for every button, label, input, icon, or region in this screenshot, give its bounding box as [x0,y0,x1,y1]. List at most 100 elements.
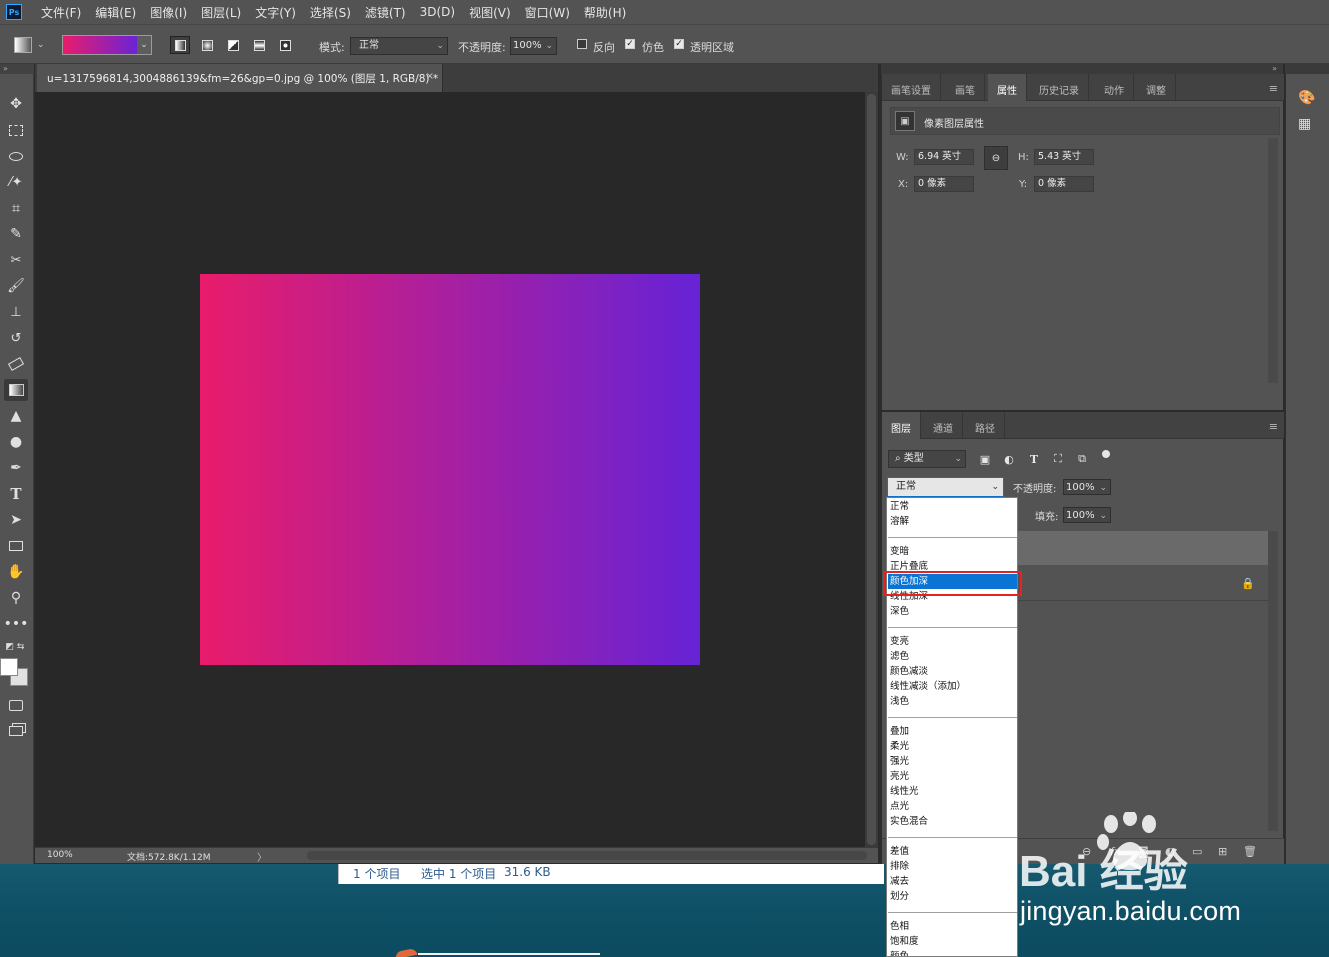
tab-properties[interactable]: 属性 [988,74,1027,101]
smart-object-filter-icon[interactable]: ⧉ [1075,452,1089,466]
blend-mode-option[interactable]: 饱和度 [888,934,1017,949]
x-field[interactable]: 0 像素 [914,176,974,192]
magic-wand-tool-icon[interactable]: ⁄✦ [4,171,28,193]
reflected-gradient-button[interactable] [249,36,269,54]
document-tab[interactable]: u=1317596814,3004886139&fm=26&gp=0.jpg @… [37,64,443,92]
layers-scrollbar[interactable] [1268,531,1278,831]
close-icon[interactable]: × [426,71,434,82]
menu-edit[interactable]: 编辑(E) [88,4,143,21]
blend-mode-option[interactable]: 溶解 [888,514,1017,529]
rectangle-tool-icon[interactable] [4,535,28,557]
height-field[interactable]: 5.43 英寸 [1034,149,1094,165]
layer-row-selected[interactable] [1018,531,1268,565]
blur-tool-icon[interactable]: ▲ [4,405,28,427]
blend-mode-option[interactable]: 线性减淡（添加） [888,679,1017,694]
blend-mode-option[interactable]: 色相 [888,919,1017,934]
panel-collapse-handle-2[interactable] [1285,64,1329,74]
blend-mode-option[interactable]: 线性光 [888,784,1017,799]
swatches-grid-icon[interactable]: ▦ [1298,116,1311,132]
blend-mode-option[interactable]: 划分 [888,889,1017,904]
fill-field[interactable]: 100% ⌄ [1063,507,1111,523]
blend-mode-option[interactable]: 滤色 [888,649,1017,664]
blend-mode-option[interactable]: 正常 [888,499,1017,514]
radial-gradient-button[interactable] [197,36,217,54]
blend-mode-option[interactable]: 强光 [888,754,1017,769]
status-menu-arrow-icon[interactable]: 〉 [257,849,267,864]
tab-brush-settings[interactable]: 画笔设置 [882,74,941,101]
menu-type[interactable]: 文字(Y) [248,4,303,21]
diamond-gradient-button[interactable] [275,36,295,54]
crop-tool-icon[interactable]: ⌗ [4,197,28,219]
menu-view[interactable]: 视图(V) [462,4,518,21]
tab-actions[interactable]: 动作 [1095,74,1134,101]
panel-menu-icon[interactable]: ≡ [1269,82,1278,95]
tab-history[interactable]: 历史记录 [1030,74,1089,101]
scrollbar-thumb[interactable] [867,94,876,845]
width-field[interactable]: 6.94 英寸 [914,149,974,165]
type-tool-icon[interactable]: T [4,483,28,505]
blend-mode-option[interactable]: 减去 [888,874,1017,889]
canvas-area[interactable] [35,92,865,847]
pixel-filter-icon[interactable]: ▣ [978,452,992,466]
angle-gradient-button[interactable] [223,36,243,54]
history-brush-tool-icon[interactable]: ↺ [4,327,28,349]
type-filter-icon[interactable]: T [1027,452,1041,466]
brush-tool-icon[interactable]: 🖌 [4,275,28,297]
menu-filter[interactable]: 滤镜(T) [358,4,413,21]
panel-collapse-handle[interactable]: » [881,64,1283,74]
blend-mode-option[interactable]: 亮光 [888,769,1017,784]
marquee-tool-icon[interactable] [4,119,28,141]
gradient-picker[interactable]: ⌄ [62,35,152,55]
chevron-down-icon[interactable]: ⌄ [137,36,151,54]
blend-mode-select[interactable]: 正常 ⌄ [887,477,1004,497]
shape-filter-icon[interactable]: ⛶ [1051,452,1065,466]
reverse-checkbox[interactable] [577,39,587,49]
menu-select[interactable]: 选择(S) [303,4,358,21]
tab-adjustments[interactable]: 调整 [1137,74,1176,101]
tab-brush[interactable]: 画笔 [946,74,985,101]
lasso-tool-icon[interactable] [4,145,28,167]
dodge-tool-icon[interactable]: ● [4,431,28,453]
blend-mode-option[interactable]: 差值 [888,844,1017,859]
layer-filter-select[interactable]: ⌕ 类型 ⌄ [888,450,966,468]
tab-paths[interactable]: 路径 [966,412,1005,439]
blend-mode-option[interactable]: 排除 [888,859,1017,874]
eraser-tool-icon[interactable] [4,353,28,375]
more-tools-icon[interactable]: ••• [4,613,29,635]
default-colors-swap-icon[interactable]: ◩ ⇆ [0,640,30,654]
blend-mode-option[interactable]: 颜色 [888,949,1017,956]
mode-select[interactable]: 正常 ⌄ [350,37,448,55]
pen-tool-icon[interactable]: ✒ [4,457,28,479]
document-vertical-scrollbar[interactable] [865,92,878,847]
layer-row[interactable] [1018,567,1268,601]
filter-toggle-icon[interactable] [1102,450,1112,468]
menu-layer[interactable]: 图层(L) [194,4,248,21]
stamp-tool-icon[interactable]: ⊥ [4,301,28,323]
zoom-tool-icon[interactable]: ⚲ [4,587,28,609]
canvas-image[interactable] [200,274,700,665]
link-dimensions-icon[interactable]: ⊖ [984,146,1008,170]
opacity-field[interactable]: 100% ⌄ [510,37,557,55]
layer-opacity-field[interactable]: 100% ⌄ [1063,479,1111,495]
gradient-swatch[interactable] [63,36,137,54]
blend-mode-option[interactable]: 点光 [888,799,1017,814]
adjustment-filter-icon[interactable]: ◐ [1002,452,1016,466]
linear-gradient-button[interactable] [170,36,190,54]
path-select-tool-icon[interactable]: ➤ [4,509,28,531]
tool-preset-picker[interactable]: ⌄ [14,35,54,55]
blend-mode-option[interactable]: 颜色减淡 [888,664,1017,679]
panel-menu-icon[interactable]: ≡ [1269,420,1278,433]
status-zoom[interactable]: 100% [47,850,73,860]
blend-mode-option[interactable]: 柔光 [888,739,1017,754]
palette-icon[interactable]: 🎨 [1298,90,1315,106]
screen-mode-icon[interactable] [4,720,28,742]
transparency-checkbox[interactable]: ✓ [674,39,684,49]
blend-mode-option[interactable]: 浅色 [888,694,1017,709]
menu-window[interactable]: 窗口(W) [518,4,577,21]
foreground-color-swatch[interactable] [0,658,18,676]
healing-tool-icon[interactable]: ✂ [4,249,28,271]
y-field[interactable]: 0 像素 [1034,176,1094,192]
blend-mode-option[interactable]: 实色混合 [888,814,1017,829]
gradient-tool-icon[interactable] [4,379,28,401]
blend-mode-option[interactable]: 叠加 [888,724,1017,739]
